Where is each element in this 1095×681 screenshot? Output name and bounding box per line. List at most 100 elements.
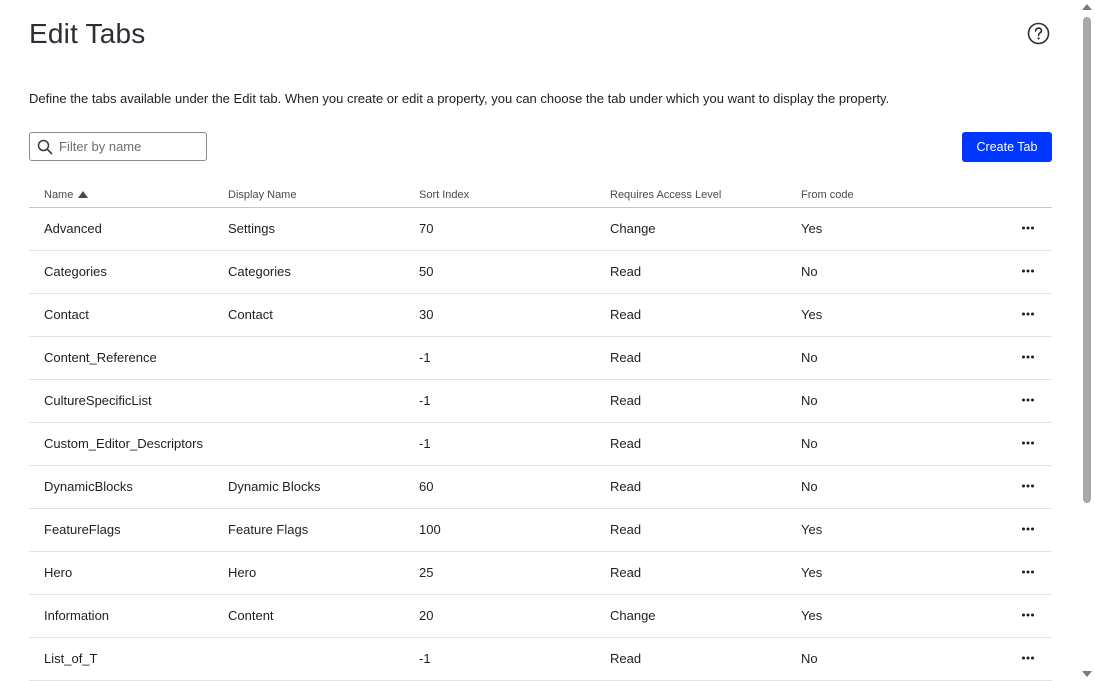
sort-ascending-icon <box>78 191 89 198</box>
filter-input[interactable] <box>59 133 204 160</box>
cell-display-name: Hero <box>228 565 257 580</box>
scrollbar-thumb[interactable] <box>1083 17 1091 503</box>
cell-sort-index: 60 <box>419 479 434 494</box>
more-horizontal-icon <box>1022 398 1034 402</box>
cell-display-name: Contact <box>228 307 273 322</box>
cell-name: Contact <box>44 307 89 322</box>
more-options-button[interactable] <box>1015 648 1041 668</box>
table-header: Name Display Name Sort Index Requires Ac… <box>29 180 1052 208</box>
cell-sort-index: -1 <box>419 350 431 365</box>
scroll-up-arrow-icon[interactable] <box>1082 4 1092 10</box>
cell-from-code: Yes <box>801 221 823 236</box>
column-header-from-code[interactable]: From code <box>801 189 854 201</box>
table-row: Custom_Editor_Descriptors -1 Read No <box>29 423 1052 466</box>
cell-access-level: Read <box>610 264 642 279</box>
more-options-button[interactable] <box>1015 433 1041 453</box>
table-row: Information Content 20 Change Yes <box>29 595 1052 638</box>
create-tab-button[interactable]: Create Tab <box>962 132 1052 162</box>
table-row: List_of_T -1 Read No <box>29 638 1052 681</box>
cell-name: DynamicBlocks <box>44 479 133 494</box>
cell-from-code: Yes <box>801 522 823 537</box>
cell-sort-index: -1 <box>419 393 431 408</box>
cell-from-code: Yes <box>801 307 823 322</box>
more-horizontal-icon <box>1022 570 1034 574</box>
cell-display-name: Settings <box>228 221 275 236</box>
scroll-down-arrow-icon[interactable] <box>1082 671 1092 677</box>
cell-access-level: Read <box>610 522 642 537</box>
cell-display-name: Dynamic Blocks <box>228 479 321 494</box>
help-circle-icon[interactable] <box>1027 22 1050 45</box>
cell-display-name: Feature Flags <box>228 522 309 537</box>
cell-from-code: No <box>801 651 818 666</box>
cell-name: Categories <box>44 264 107 279</box>
column-header-access-level[interactable]: Requires Access Level <box>610 189 721 201</box>
more-options-button[interactable] <box>1015 605 1041 625</box>
cell-sort-index: 25 <box>419 565 434 580</box>
cell-name: Custom_Editor_Descriptors <box>44 436 203 451</box>
more-horizontal-icon <box>1022 269 1034 273</box>
filter-box[interactable] <box>29 132 207 161</box>
cell-sort-index: -1 <box>419 436 431 451</box>
more-horizontal-icon <box>1022 441 1034 445</box>
column-header-name[interactable]: Name <box>44 189 89 201</box>
cell-access-level: Read <box>610 651 642 666</box>
cell-from-code: No <box>801 350 818 365</box>
more-options-button[interactable] <box>1015 476 1041 496</box>
cell-access-level: Change <box>610 608 656 623</box>
page-description: Define the tabs available under the Edit… <box>29 91 890 106</box>
cell-sort-index: 50 <box>419 264 434 279</box>
cell-from-code: No <box>801 393 818 408</box>
cell-display-name: Categories <box>228 264 291 279</box>
column-header-sort-index[interactable]: Sort Index <box>419 189 469 201</box>
cell-name: List_of_T <box>44 651 98 666</box>
cell-sort-index: 100 <box>419 522 441 537</box>
more-horizontal-icon <box>1022 312 1034 316</box>
cell-from-code: No <box>801 436 818 451</box>
cell-access-level: Change <box>610 221 656 236</box>
cell-access-level: Read <box>610 565 642 580</box>
more-options-button[interactable] <box>1015 304 1041 324</box>
cell-name: FeatureFlags <box>44 522 121 537</box>
cell-from-code: Yes <box>801 608 823 623</box>
cell-sort-index: 20 <box>419 608 434 623</box>
more-options-button[interactable] <box>1015 261 1041 281</box>
cell-sort-index: 70 <box>419 221 434 236</box>
cell-sort-index: -1 <box>419 651 431 666</box>
cell-from-code: No <box>801 264 818 279</box>
tabs-table: Name Display Name Sort Index Requires Ac… <box>29 180 1052 681</box>
cell-access-level: Read <box>610 393 642 408</box>
cell-name: Advanced <box>44 221 102 236</box>
more-horizontal-icon <box>1022 484 1034 488</box>
vertical-scrollbar[interactable] <box>1078 0 1095 681</box>
cell-access-level: Read <box>610 307 642 322</box>
cell-name: CultureSpecificList <box>44 393 152 408</box>
cell-from-code: No <box>801 479 818 494</box>
table-row: FeatureFlags Feature Flags 100 Read Yes <box>29 509 1052 552</box>
cell-name: Information <box>44 608 110 623</box>
more-options-button[interactable] <box>1015 390 1041 410</box>
page-title: Edit Tabs <box>29 18 146 49</box>
cell-display-name: Content <box>228 608 274 623</box>
table-row: Hero Hero 25 Read Yes <box>29 552 1052 595</box>
cell-access-level: Read <box>610 350 642 365</box>
table-row: Categories Categories 50 Read No <box>29 251 1052 294</box>
cell-access-level: Read <box>610 436 642 451</box>
more-horizontal-icon <box>1022 656 1034 660</box>
more-options-button[interactable] <box>1015 562 1041 582</box>
cell-sort-index: 30 <box>419 307 434 322</box>
column-header-display-name[interactable]: Display Name <box>228 189 296 201</box>
table-row: Contact Contact 30 Read Yes <box>29 294 1052 337</box>
more-horizontal-icon <box>1022 527 1034 531</box>
table-row: Advanced Settings 70 Change Yes <box>29 208 1052 251</box>
table-row: DynamicBlocks Dynamic Blocks 60 Read No <box>29 466 1052 509</box>
more-options-button[interactable] <box>1015 347 1041 367</box>
more-options-button[interactable] <box>1015 519 1041 539</box>
more-horizontal-icon <box>1022 613 1034 617</box>
table-row: Content_Reference -1 Read No <box>29 337 1052 380</box>
cell-name: Content_Reference <box>44 350 157 365</box>
cell-from-code: Yes <box>801 565 823 580</box>
more-horizontal-icon <box>1022 355 1034 359</box>
more-options-button[interactable] <box>1015 218 1041 238</box>
cell-access-level: Read <box>610 479 642 494</box>
more-horizontal-icon <box>1022 226 1034 230</box>
